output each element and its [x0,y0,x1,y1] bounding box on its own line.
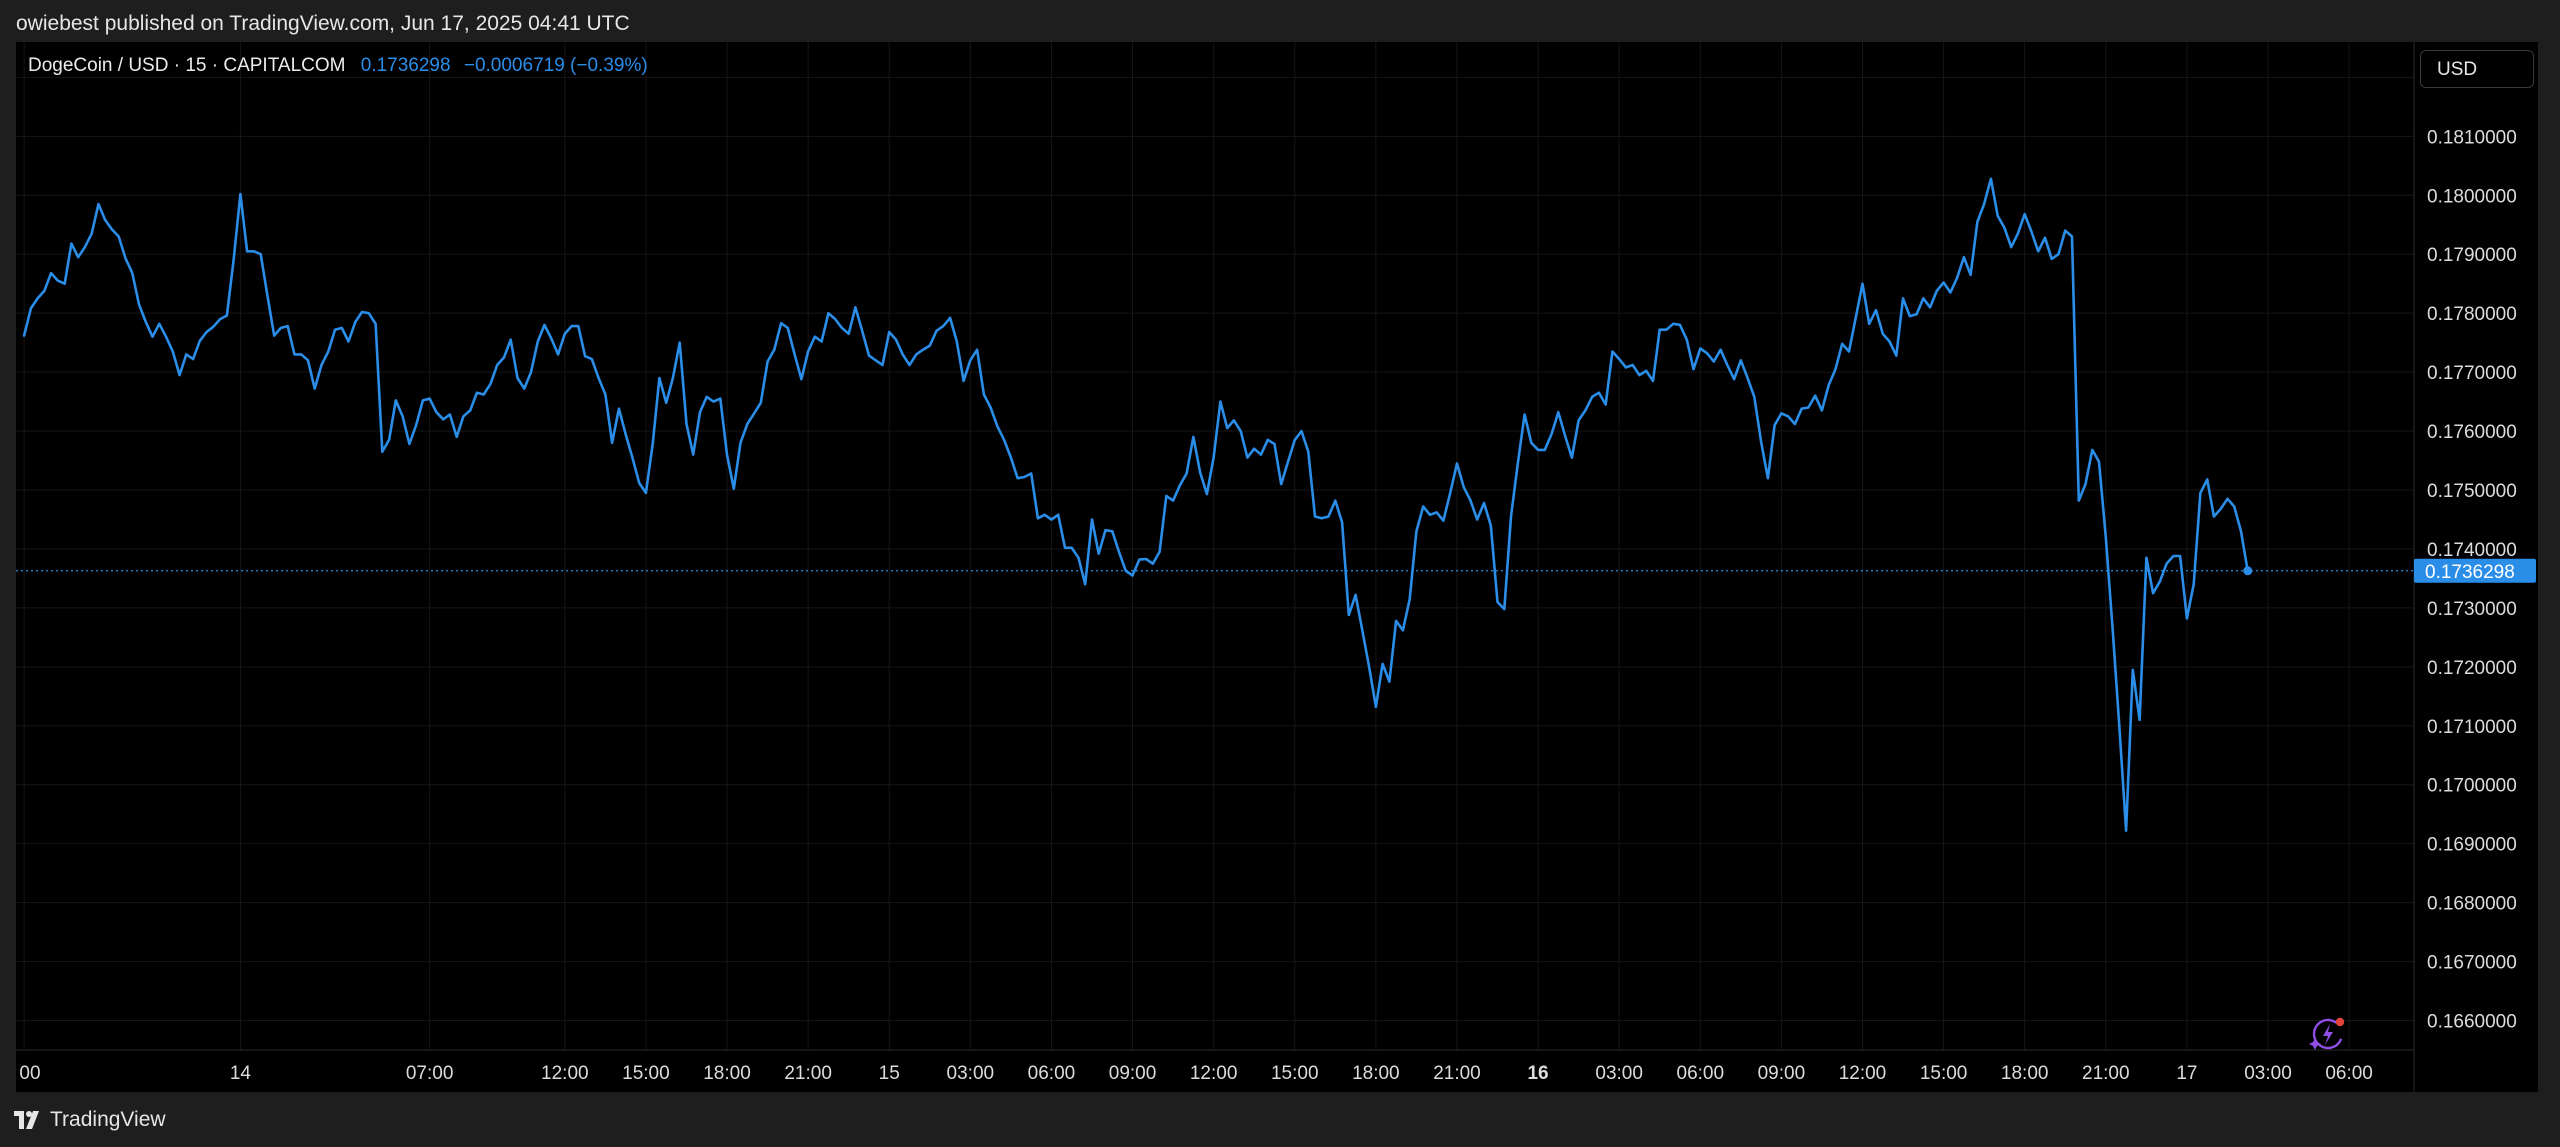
time-tick-label: 00 [19,1063,40,1084]
time-tick-label: 09:00 [1758,1063,1806,1084]
time-tick-label: 15:00 [622,1063,670,1084]
price-tick-label: 0.1780000 [2427,304,2517,325]
price-tick-label: 0.1730000 [2427,599,2517,620]
time-tick-label: 18:00 [2001,1063,2049,1084]
price-tick-label: 0.1660000 [2427,1012,2517,1033]
time-tick-label: 06:00 [2325,1063,2373,1084]
price-tick-label: 0.1700000 [2427,776,2517,797]
time-tick-label: 17 [2176,1063,2197,1084]
time-tick-label: 03:00 [2244,1063,2292,1084]
price-tick-label: 0.1670000 [2427,953,2517,974]
time-tick-label: 03:00 [947,1063,995,1084]
time-tick-label: 12:00 [1839,1063,1887,1084]
price-tick-label: 0.1750000 [2427,481,2517,502]
price-axis[interactable]: 0.18200000.18100000.18000000.17900000.17… [2427,68,2517,1032]
time-tick-label: 15:00 [1271,1063,1319,1084]
time-tick-label: 21:00 [1433,1063,1481,1084]
price-tick-label: 0.1790000 [2427,245,2517,266]
time-tick-label: 06:00 [1677,1063,1725,1084]
footer-brand-label: TradingView [50,1108,166,1131]
legend-price: 0.1736298 [360,55,451,76]
price-tick-label: 0.1810000 [2427,127,2517,148]
price-chart[interactable]: 0.18200000.18100000.18000000.17900000.17… [16,42,2538,1092]
time-tick-label: 21:00 [2082,1063,2130,1084]
time-tick-label: 03:00 [1595,1063,1643,1084]
time-tick-label: 06:00 [1028,1063,1076,1084]
time-tick-label: 12:00 [541,1063,589,1084]
currency-button[interactable]: USD [2420,50,2534,88]
footer-brand[interactable]: TradingView [14,1106,166,1134]
time-tick-label: 21:00 [784,1063,832,1084]
time-tick-label: 07:00 [406,1063,454,1084]
time-tick-label: 15:00 [1920,1063,1968,1084]
time-tick-label: 18:00 [1352,1063,1400,1084]
series-line-price [22,177,2249,832]
price-tick-label: 0.1680000 [2427,894,2517,915]
time-tick-label: 09:00 [1109,1063,1157,1084]
time-axis[interactable]: 00 14 07:00 12:00 15:00 18:00 21:00 15 03:00 06:0… [19,1063,2372,1084]
chart-page: owiebest published on TradingView.com, J… [0,0,2560,1147]
symbol-name[interactable]: DogeCoin / USD · 15 · CAPITALCOM [28,55,345,76]
last-price-dot [2243,566,2253,576]
time-tick-label: 16 [1527,1063,1548,1084]
price-tick-label: 0.1720000 [2427,658,2517,679]
price-tick-label: 0.1690000 [2427,835,2517,856]
last-price-label: 0.1736298 [2425,562,2515,583]
grid-lines [16,42,2414,1050]
legend-change: −0.0006719 (−0.39%) [463,55,648,76]
price-tick-label: 0.1760000 [2427,422,2517,443]
chart-panel[interactable]: 0.18200000.18100000.18000000.17900000.17… [16,42,2538,1092]
publisher-caption: owiebest published on TradingView.com, J… [16,12,630,35]
price-tick-label: 0.1800000 [2427,186,2517,207]
symbol-legend[interactable]: DogeCoin / USD · 15 · CAPITALCOM 0.17362… [28,54,648,78]
tradingview-logo-icon [14,1111,39,1129]
time-tick-label: 18:00 [703,1063,751,1084]
price-tick-label: 0.1710000 [2427,717,2517,738]
time-tick-label: 15 [879,1063,900,1084]
price-tick-label: 0.1740000 [2427,540,2517,561]
time-tick-label: 12:00 [1190,1063,1238,1084]
time-tick-label: 14 [230,1063,252,1084]
price-tick-label: 0.1770000 [2427,363,2517,384]
sparkle-icon[interactable] [2306,1012,2350,1056]
